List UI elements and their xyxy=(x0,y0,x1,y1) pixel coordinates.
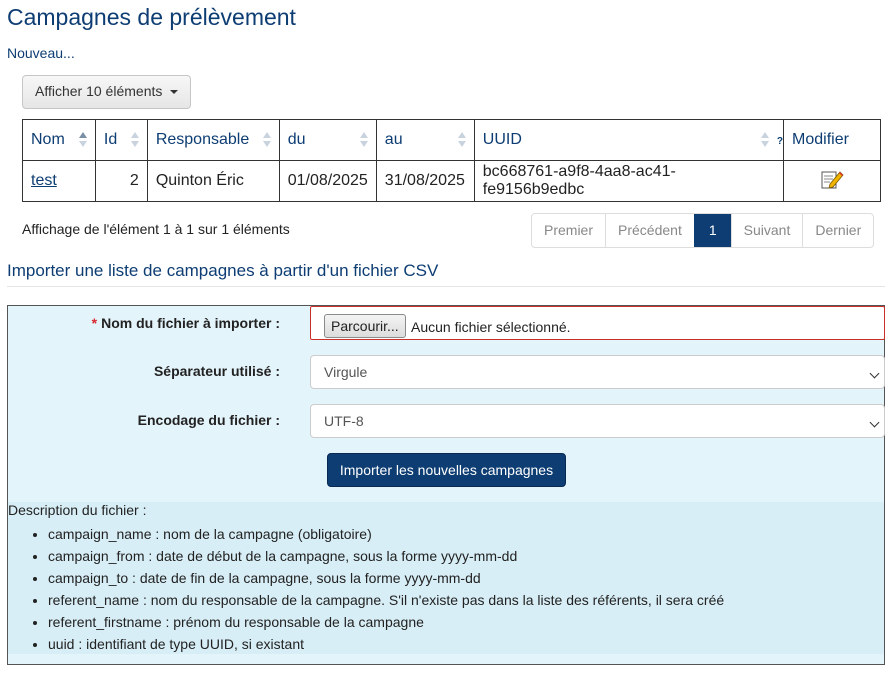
new-campaign-link[interactable]: Nouveau... xyxy=(7,45,75,61)
cell-id: 2 xyxy=(94,160,148,202)
sort-icon xyxy=(262,132,271,148)
sort-icon xyxy=(130,132,139,148)
caret-down-icon xyxy=(170,90,179,95)
table-header-row: Nom Id Responsable du au UUID? Modifier xyxy=(22,119,881,161)
pagination: Premier Précédent 1 Suivant Dernier xyxy=(531,213,875,248)
page-title: Campagnes de prélèvement xyxy=(7,4,296,30)
list-item: referent_firstname : prénom du responsab… xyxy=(48,611,724,633)
import-form: * Nom du fichier à importer : Parcourir..… xyxy=(7,305,885,665)
cell-au: 31/08/2025 xyxy=(375,160,475,202)
browse-button[interactable]: Parcourir... xyxy=(324,314,406,338)
cell-modifier xyxy=(783,160,881,202)
table-row: test 2 Quinton Éric 01/08/2025 31/08/202… xyxy=(22,160,881,202)
column-header-au[interactable]: au xyxy=(375,119,475,161)
no-file-text: Aucun fichier sélectionné. xyxy=(411,319,571,335)
encoding-select[interactable]: UTF-8 xyxy=(310,404,885,438)
list-item: uuid : identifiant de type UUID, si exis… xyxy=(48,633,724,655)
chevron-down-icon xyxy=(869,417,880,428)
pagination-first[interactable]: Premier xyxy=(532,214,605,247)
cell-uuid: bc668761-a9f8-4aa8-ac41-fe9156b9edbc xyxy=(473,160,785,202)
list-item: campaign_to : date de fin de la campagne… xyxy=(48,567,724,589)
column-header-id[interactable]: Id xyxy=(94,119,148,161)
pagination-current[interactable]: 1 xyxy=(693,214,731,247)
list-item: referent_name : nom du responsable de la… xyxy=(48,589,724,611)
sort-icon xyxy=(761,132,770,148)
import-submit-button[interactable]: Importer les nouvelles campagnes xyxy=(327,453,566,487)
campaigns-table: Nom Id Responsable du au UUID? Modifier … xyxy=(22,119,881,202)
sort-icon xyxy=(457,132,466,148)
sort-icon xyxy=(359,132,368,148)
separator-label: Séparateur utilisé : xyxy=(153,363,280,379)
section-divider xyxy=(7,286,885,287)
import-section-title: Importer une liste de campagnes à partir… xyxy=(7,261,439,280)
campaign-name-link[interactable]: test xyxy=(31,172,57,189)
edit-icon[interactable] xyxy=(820,168,844,190)
encoding-label: Encodage du fichier : xyxy=(137,412,280,428)
pagination-previous[interactable]: Précédent xyxy=(605,214,694,247)
sort-asc-icon xyxy=(78,132,87,148)
column-header-responsable[interactable]: Responsable xyxy=(146,119,280,161)
description-title: Description du fichier : xyxy=(8,502,147,518)
file-description: Description du fichier : campaign_name :… xyxy=(8,502,884,654)
file-label: * Nom du fichier à importer : xyxy=(91,315,280,331)
help-icon[interactable]: ? xyxy=(777,136,783,147)
cell-nom: test xyxy=(22,160,96,202)
column-header-nom[interactable]: Nom xyxy=(22,119,96,161)
chevron-down-icon xyxy=(869,368,880,379)
required-marker: * xyxy=(91,315,98,331)
column-header-modifier: Modifier xyxy=(783,119,881,161)
separator-value: Virgule xyxy=(324,364,368,380)
column-header-uuid[interactable]: UUID? xyxy=(473,119,785,161)
table-info: Affichage de l'élément 1 à 1 sur 1 éléme… xyxy=(22,221,290,237)
encoding-value: UTF-8 xyxy=(324,413,364,429)
page-length-dropdown[interactable]: Afficher 10 éléments xyxy=(22,75,191,109)
list-item: campaign_name : nom de la campagne (obli… xyxy=(48,523,724,545)
cell-du: 01/08/2025 xyxy=(278,160,377,202)
pagination-next[interactable]: Suivant xyxy=(730,214,803,247)
column-header-du[interactable]: du xyxy=(278,119,377,161)
list-item: campaign_from : date de début de la camp… xyxy=(48,545,724,567)
separator-select[interactable]: Virgule xyxy=(310,355,885,389)
file-input[interactable]: Parcourir... Aucun fichier sélectionné. xyxy=(310,306,885,340)
pagination-last[interactable]: Dernier xyxy=(802,214,873,247)
page-length-label: Afficher 10 éléments xyxy=(35,83,163,99)
description-list: campaign_name : nom de la campagne (obli… xyxy=(48,523,724,655)
cell-responsable: Quinton Éric xyxy=(146,160,280,202)
